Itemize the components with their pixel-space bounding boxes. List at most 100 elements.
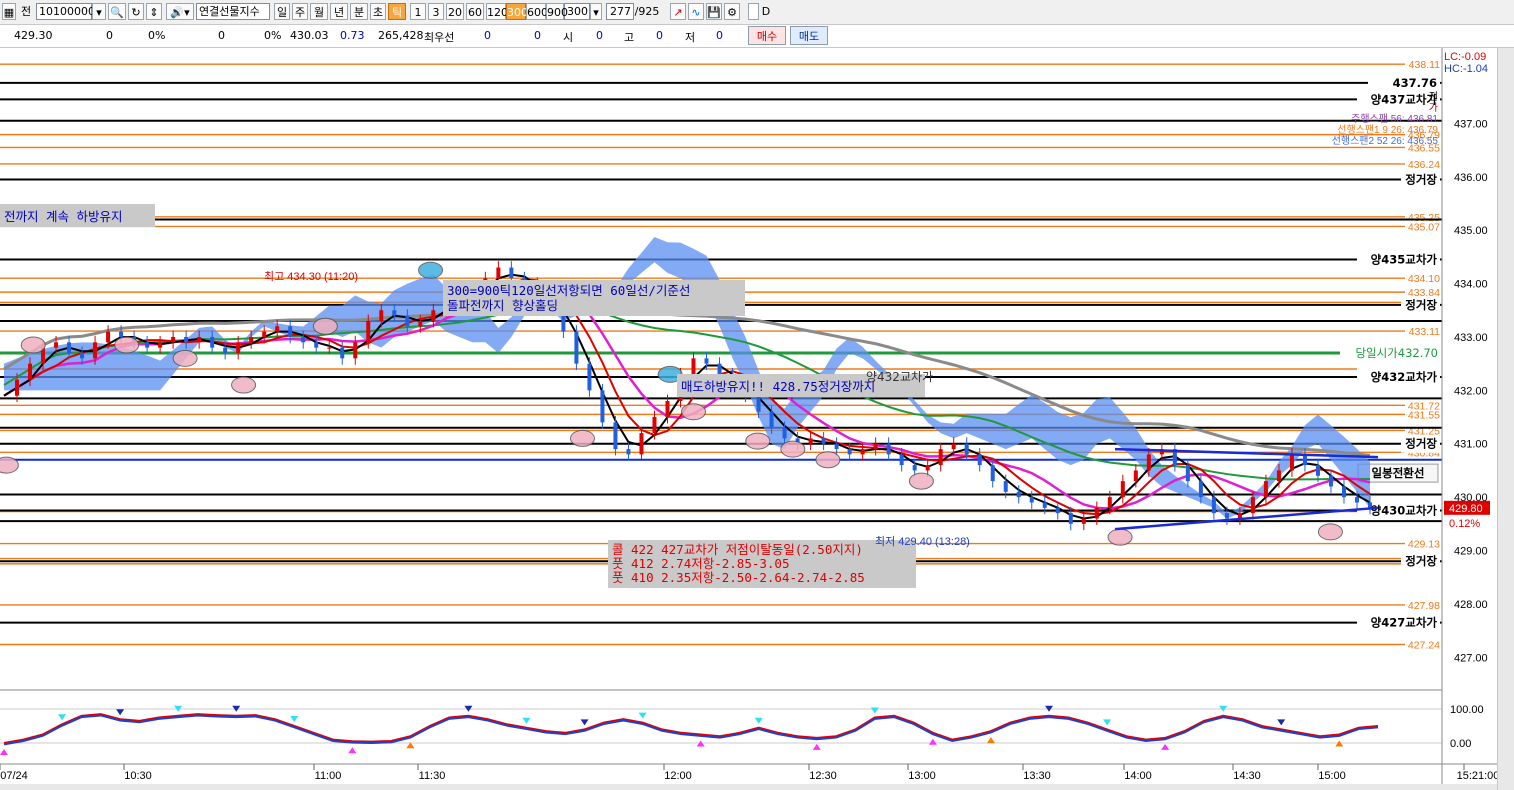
candle-body <box>158 342 163 348</box>
candle-body <box>977 454 982 466</box>
price-tick-label: 434.00 <box>1454 279 1488 291</box>
candle-body <box>496 267 501 279</box>
candle-body <box>145 342 150 348</box>
period-button-6[interactable]: 틱 <box>388 3 406 20</box>
ichimoku-note: 주행스팬 56: 436.81 <box>1351 113 1438 125</box>
spin-arrows-icon[interactable]: ⇕ <box>146 3 162 20</box>
bottom-scroll-strip <box>0 784 1497 790</box>
time-tick-label: 10:30 <box>124 770 152 782</box>
period-button-3[interactable]: 년 <box>330 3 348 20</box>
interval-button-120[interactable]: 120 <box>486 3 508 20</box>
orange-level-label: 436.24 <box>1408 159 1440 171</box>
sell-button[interactable]: 매도 <box>790 26 828 45</box>
signal-ellipse <box>569 429 595 447</box>
interval-button-20[interactable]: 20 <box>446 3 464 20</box>
black-level-label: 양432교차가 <box>1371 370 1438 384</box>
ichimoku-note: 전 <box>1429 91 1438 103</box>
interval-button-3[interactable]: 3 <box>428 3 444 20</box>
candle-body <box>1081 518 1086 524</box>
signal-ellipse <box>20 336 46 354</box>
candle-body <box>613 422 618 450</box>
candle-body <box>236 342 241 353</box>
quote-value: 0 <box>106 29 113 42</box>
orange-level-label: 435.07 <box>1408 221 1440 233</box>
candle-body <box>886 443 891 455</box>
candle-body <box>171 336 176 343</box>
gear-icon[interactable]: ⚙ <box>724 3 740 20</box>
buy-button[interactable]: 매수 <box>748 26 786 45</box>
interval-button-900[interactable]: 900 <box>546 3 568 20</box>
period-button-2[interactable]: 월 <box>310 3 328 20</box>
interval-button-60[interactable]: 60 <box>466 3 484 20</box>
vertical-scrollbar[interactable] <box>1497 48 1514 790</box>
candle-body <box>1055 507 1060 514</box>
candle-body <box>704 358 709 364</box>
period-button-4[interactable]: 분 <box>350 3 368 20</box>
time-tick-label: 15:21:00 <box>1457 770 1497 782</box>
chevron-down-icon[interactable]: ▾ <box>92 3 106 20</box>
quote-value: 0% <box>148 29 166 42</box>
orange-level-label: 429.13 <box>1408 539 1440 551</box>
candle-body <box>1263 481 1268 498</box>
candle-body <box>67 342 72 353</box>
time-tick-label: 13:30 <box>1023 770 1051 782</box>
period-button-5[interactable]: 초 <box>370 3 386 20</box>
daily-turn-label: 일봉전환선 <box>1372 466 1425 480</box>
time-tick-label: 14:30 <box>1233 770 1261 782</box>
candle-body <box>1120 481 1125 498</box>
period-button-0[interactable]: 일 <box>274 3 290 20</box>
chart-icon[interactable]: ▦ <box>2 3 16 20</box>
interval-button-600[interactable]: 600 <box>526 3 548 20</box>
candle-body <box>28 363 33 380</box>
price-tick-label: 429.00 <box>1454 546 1488 558</box>
candle-body <box>249 336 254 343</box>
trend-icon[interactable]: ∿ <box>688 3 704 20</box>
candle-body <box>756 395 761 412</box>
price-tick-label: 436.00 <box>1454 172 1488 184</box>
signal-ellipse <box>231 376 257 394</box>
quote-value: 0 <box>534 29 541 42</box>
black-level-label: 양435교차가 <box>1371 253 1438 267</box>
orange-level-label: 433.11 <box>1409 326 1440 338</box>
code-input[interactable]: 10100000 <box>36 3 95 20</box>
candle-body <box>431 310 436 321</box>
candle-body <box>639 433 644 455</box>
save-icon[interactable]: 💾 <box>706 3 722 20</box>
black-level-label: 정거장 <box>1405 554 1437 568</box>
sound-icon[interactable]: 🔊▾ <box>166 3 194 20</box>
refresh-icon[interactable]: ↻ <box>128 3 144 20</box>
period-button-1[interactable]: 주 <box>292 3 308 20</box>
signal-ellipse <box>815 451 841 469</box>
candle-body <box>353 342 358 359</box>
candle-body <box>275 326 280 332</box>
price-tick-label: 427.00 <box>1454 652 1488 664</box>
ichimoku-note: 선행스팬1 9 26: 436.79 <box>1337 124 1438 136</box>
price-chart[interactable]: 438.11436.79436.55436.24435.25435.07434.… <box>0 48 1497 790</box>
interval-button-300[interactable]: 300 <box>506 3 528 20</box>
signal-ellipse <box>908 472 934 490</box>
lc-label: LC:-0.09 <box>1444 51 1486 63</box>
chart-background <box>0 48 1497 790</box>
candle-body <box>1042 502 1047 508</box>
candle-body <box>405 315 410 327</box>
price-tick-label: 435.00 <box>1454 225 1488 237</box>
search-icon[interactable]: 🔍 <box>108 3 126 20</box>
signal-ellipse <box>0 456 19 474</box>
time-tick-label: 15:00 <box>1318 770 1346 782</box>
candle-body <box>106 331 111 343</box>
candle-body <box>626 449 631 455</box>
interval-button-1[interactable]: 1 <box>410 3 426 20</box>
candle-body <box>1133 470 1138 482</box>
chevron-down-icon[interactable]: ▾ <box>590 3 602 20</box>
quote-value: 0 <box>218 29 225 42</box>
checkbox[interactable] <box>748 3 759 20</box>
candle-body <box>1341 486 1346 498</box>
instrument-name: 연결선물지수 <box>196 3 270 20</box>
candle-body <box>1354 497 1359 503</box>
candle-body <box>1250 497 1255 514</box>
count-input[interactable]: 277 <box>606 3 634 20</box>
candle-body <box>1315 465 1320 476</box>
time-tick-label: 14:00 <box>1124 770 1152 782</box>
drawing-tool-icon[interactable]: ↗ <box>670 3 686 20</box>
signal-ellipse <box>780 440 806 458</box>
